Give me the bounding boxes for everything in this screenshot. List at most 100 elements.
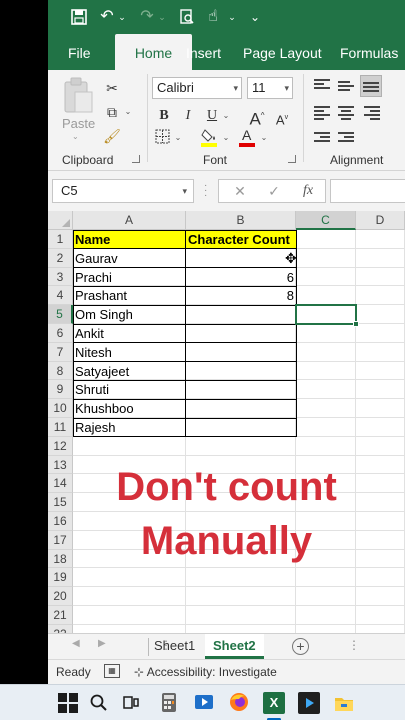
align-top-icon[interactable] — [314, 79, 330, 91]
fill-dropdown-icon[interactable]: ⌄ — [222, 128, 230, 148]
row-header-20[interactable]: 20 — [48, 587, 73, 606]
add-sheet-button[interactable]: + — [292, 638, 309, 655]
align-left-icon[interactable] — [314, 106, 330, 120]
accessibility-status[interactable]: ⊹ Accessibility: Investigate — [134, 665, 277, 679]
font-name-combo[interactable]: Calibri ▾ — [152, 77, 242, 99]
tab-page-layout[interactable]: Page Layout — [233, 34, 332, 70]
select-all-button[interactable] — [48, 211, 73, 230]
decrease-indent-icon[interactable] — [314, 132, 330, 144]
copy-dropdown-icon[interactable]: ⌄ — [124, 102, 132, 122]
calculator-icon[interactable] — [158, 692, 180, 714]
prev-sheet-icon[interactable]: ◀ — [72, 638, 80, 649]
column-header-d[interactable]: D — [356, 211, 405, 230]
tab-formulas[interactable]: Formulas — [330, 34, 405, 70]
sheet-tab-sheet1[interactable]: Sheet1 — [146, 634, 203, 659]
row-header-21[interactable]: 21 — [48, 606, 73, 625]
sheet-tab-sheet2[interactable]: Sheet2 — [205, 634, 264, 659]
powerpoint-icon[interactable] — [298, 692, 320, 714]
worksheet-grid[interactable]: ABCD12345678910111213141516171819202122N… — [48, 211, 405, 633]
tab-split-icon[interactable]: ⋮ — [348, 638, 360, 652]
excel-icon[interactable]: X — [263, 692, 285, 714]
row-header-6[interactable]: 6 — [48, 324, 73, 343]
row-header-12[interactable]: 12 — [48, 436, 73, 456]
cell-b3[interactable]: 6 — [186, 268, 296, 287]
cell-a10[interactable]: Khushboo — [73, 399, 186, 418]
media-icon[interactable] — [193, 692, 215, 714]
format-painter-icon[interactable]: 🖌 — [102, 126, 122, 146]
row-header-4[interactable]: 4 — [48, 286, 73, 306]
align-bottom-icon[interactable] — [363, 82, 379, 94]
cell-a5[interactable]: Om Singh — [73, 305, 186, 324]
task-view-icon[interactable] — [120, 692, 142, 714]
cell-b6[interactable] — [186, 324, 296, 343]
cell-a7[interactable]: Nitesh — [73, 343, 186, 362]
font-launcher-icon[interactable] — [288, 155, 296, 163]
macro-record-icon[interactable]: ▦ — [104, 664, 120, 678]
undo-icon[interactable]: ↶ — [96, 6, 118, 28]
row-header-1[interactable]: 1 — [48, 230, 73, 249]
windows-start-icon[interactable] — [57, 692, 79, 714]
row-header-8[interactable]: 8 — [48, 361, 73, 381]
cell-b8[interactable] — [186, 362, 296, 381]
cell-a2[interactable]: Gaurav — [73, 249, 186, 268]
column-header-c[interactable]: C — [296, 211, 356, 230]
file-explorer-icon[interactable] — [333, 692, 355, 714]
row-header-2[interactable]: 2 — [48, 248, 73, 268]
italic-icon[interactable]: I — [178, 106, 198, 126]
tab-insert[interactable]: Insert — [176, 34, 231, 70]
save-icon[interactable] — [68, 6, 90, 28]
increase-font-icon[interactable]: A^ — [247, 106, 267, 129]
paste-dropdown-icon[interactable]: ⌄ — [72, 132, 79, 141]
redo-dropdown-icon[interactable]: ⌄ — [156, 8, 168, 26]
row-header-22[interactable]: 22 — [48, 624, 73, 633]
cell-a9[interactable]: Shruti — [73, 380, 186, 399]
font-size-combo[interactable]: 11 ▾ — [247, 77, 293, 99]
decrease-font-icon[interactable]: Av — [272, 108, 292, 128]
print-preview-icon[interactable] — [176, 6, 198, 28]
cell-b7[interactable] — [186, 343, 296, 362]
cell-a3[interactable]: Prachi — [73, 268, 186, 287]
align-middle-icon[interactable] — [338, 81, 354, 93]
cell-a1[interactable]: Name — [73, 230, 186, 249]
increase-indent-icon[interactable] — [338, 132, 354, 144]
underline-icon[interactable]: U — [202, 106, 222, 126]
formula-input[interactable] — [330, 179, 405, 203]
search-icon[interactable] — [88, 692, 110, 714]
column-header-a[interactable]: A — [73, 211, 186, 230]
row-header-5[interactable]: 5 — [48, 305, 73, 324]
borders-dropdown-icon[interactable]: ⌄ — [174, 128, 182, 148]
next-sheet-icon[interactable]: ▶ — [98, 638, 106, 649]
row-header-3[interactable]: 3 — [48, 267, 73, 287]
redo-icon[interactable]: ↷ — [136, 6, 158, 28]
paste-icon[interactable] — [61, 76, 95, 118]
bold-button[interactable]: B — [154, 106, 174, 126]
cell-a6[interactable]: Ankit — [73, 324, 186, 343]
cell-b2[interactable] — [186, 249, 296, 268]
row-header-11[interactable]: 11 — [48, 418, 73, 437]
borders-icon[interactable] — [154, 128, 172, 146]
row-header-10[interactable]: 10 — [48, 399, 73, 418]
cancel-button[interactable]: ✕ — [225, 180, 255, 202]
align-center-icon[interactable] — [338, 106, 354, 120]
cell-b10[interactable] — [186, 399, 296, 418]
cell-a8[interactable]: Satyajeet — [73, 362, 186, 381]
undo-dropdown-icon[interactable]: ⌄ — [116, 8, 128, 26]
cut-icon[interactable]: ✂ — [102, 78, 122, 98]
clipboard-launcher-icon[interactable] — [132, 155, 140, 163]
font-color-dropdown-icon[interactable]: ⌄ — [260, 128, 268, 148]
customize-icon[interactable]: ⌄ — [244, 6, 266, 28]
name-box[interactable]: C5 ▾ — [52, 179, 194, 203]
cell-b11[interactable] — [186, 418, 296, 437]
touch-mode-icon[interactable]: ☝ — [202, 6, 224, 28]
enter-button[interactable]: ✓ — [259, 180, 289, 202]
cell-b5[interactable] — [186, 305, 296, 324]
row-header-9[interactable]: 9 — [48, 380, 73, 400]
tab-file[interactable]: File — [58, 34, 101, 70]
underline-dropdown-icon[interactable]: ⌄ — [222, 106, 230, 126]
align-right-icon[interactable] — [364, 106, 380, 120]
insert-function-button[interactable]: fx — [293, 180, 323, 202]
copy-icon[interactable]: ⧉ — [102, 102, 122, 122]
cell-a4[interactable]: Prashant — [73, 286, 186, 305]
column-header-b[interactable]: B — [186, 211, 296, 230]
row-header-19[interactable]: 19 — [48, 568, 73, 588]
